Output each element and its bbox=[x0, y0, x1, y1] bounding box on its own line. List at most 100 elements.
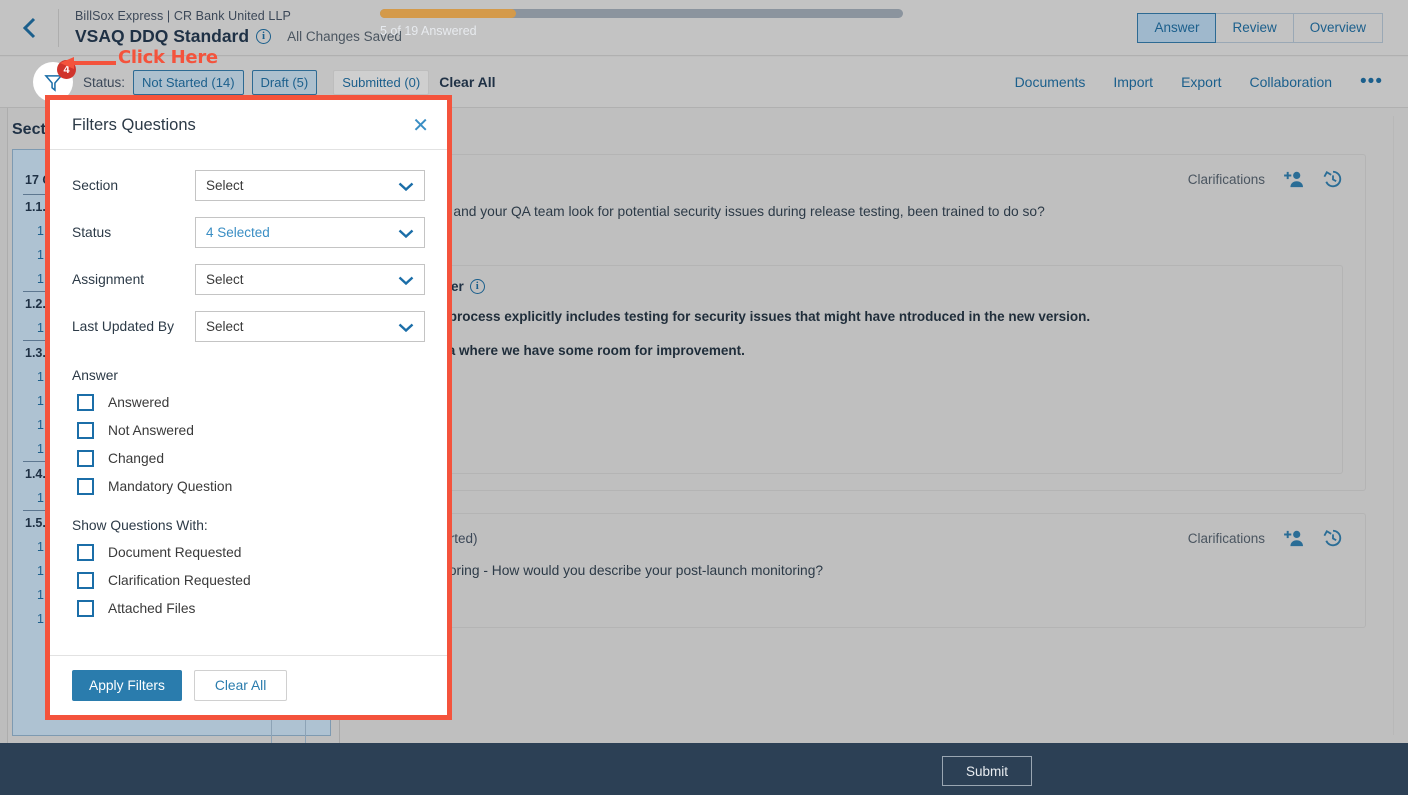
section-select-value: Select bbox=[206, 178, 244, 193]
questions-pane: n (Draft) Clarifications bbox=[341, 108, 1408, 743]
chip-draft[interactable]: Draft (5) bbox=[252, 70, 318, 95]
checkbox-label-not-answered: Not Answered bbox=[108, 423, 194, 438]
checkbox-icon[interactable] bbox=[77, 422, 94, 439]
app-footer bbox=[0, 743, 1408, 795]
back-button[interactable] bbox=[0, 0, 58, 56]
checkbox-not-answered[interactable]: Not Answered bbox=[72, 422, 425, 439]
chevron-left-icon bbox=[22, 17, 36, 39]
apply-filters-button[interactable]: Apply Filters bbox=[72, 670, 182, 701]
click-here-arrow-icon bbox=[58, 56, 118, 70]
checkbox-label-document-requested: Document Requested bbox=[108, 545, 241, 560]
checkbox-answered[interactable]: Answered bbox=[72, 394, 425, 411]
modal-clear-all-button[interactable]: Clear All bbox=[194, 670, 287, 701]
chip-not-started[interactable]: Not Started (14) bbox=[133, 70, 244, 95]
section-select[interactable]: Select bbox=[195, 170, 425, 201]
link-documents[interactable]: Documents bbox=[1015, 74, 1086, 90]
show-questions-group-title: Show Questions With: bbox=[72, 518, 425, 533]
progress-track bbox=[380, 9, 903, 18]
filter-row-last-updated-by: Last Updated By Select bbox=[72, 311, 425, 342]
modal-title: Filters Questions bbox=[72, 116, 196, 135]
answer-link-file[interactable]: File bbox=[408, 376, 1324, 391]
checkbox-icon[interactable] bbox=[77, 394, 94, 411]
view-tabs: Answer Review Overview bbox=[1137, 13, 1408, 43]
question-card: n (Draft) Clarifications bbox=[366, 154, 1366, 491]
progress-fill bbox=[380, 9, 516, 18]
chevron-down-icon bbox=[398, 272, 414, 288]
modal-header: Filters Questions ✕ bbox=[50, 100, 447, 150]
checkbox-changed[interactable]: Changed bbox=[72, 450, 425, 467]
checkbox-icon[interactable] bbox=[77, 600, 94, 617]
status-label: Status: bbox=[83, 75, 125, 90]
click-here-annotation: Click Here bbox=[118, 47, 218, 68]
filter-label-status: Status bbox=[72, 225, 195, 240]
answer-link-document[interactable]: ment bbox=[408, 409, 1324, 424]
question-actions: Clarifications bbox=[1188, 528, 1343, 548]
checkbox-clarification-requested[interactable]: Clarification Requested bbox=[72, 572, 425, 589]
question-card-header: n (Not Started) Clarifications bbox=[389, 528, 1343, 548]
checkbox-icon[interactable] bbox=[77, 478, 94, 495]
assignment-select-value: Select bbox=[206, 272, 244, 287]
filter-row-status: Status 4 Selected bbox=[72, 217, 425, 248]
checkbox-label-answered: Answered bbox=[108, 395, 169, 410]
app-root: BillSox Express | CR Bank United LLP VSA… bbox=[0, 0, 1408, 795]
clarifications-link[interactable]: Clarifications bbox=[1188, 172, 1265, 187]
title-row: VSAQ DDQ Standard i All Changes Saved bbox=[75, 26, 402, 47]
answer-link-comment[interactable]: mment. bbox=[408, 442, 1324, 457]
status-select[interactable]: 4 Selected bbox=[195, 217, 425, 248]
tab-review[interactable]: Review bbox=[1216, 13, 1293, 43]
history-icon[interactable] bbox=[1323, 528, 1343, 548]
status-select-value: 4 Selected bbox=[206, 225, 270, 240]
question-text: engineers and your QA team look for pote… bbox=[389, 202, 1343, 222]
tab-overview[interactable]: Overview bbox=[1294, 13, 1383, 43]
answer-body: ur QA process explicitly includes testin… bbox=[408, 307, 1324, 327]
answer-title-row: l Answer i bbox=[408, 279, 1324, 294]
question-card-header: n (Draft) Clarifications bbox=[389, 169, 1343, 189]
link-collaboration[interactable]: Collaboration bbox=[1250, 74, 1333, 90]
tab-answer[interactable]: Answer bbox=[1137, 13, 1216, 43]
ellipsis-icon[interactable]: ••• bbox=[1360, 78, 1383, 86]
modal-body: Section Select Status 4 Selected bbox=[50, 150, 447, 655]
checkbox-attached-files[interactable]: Attached Files bbox=[72, 600, 425, 617]
question-hint: apply bbox=[389, 596, 1343, 611]
question-hint: apply bbox=[389, 237, 1343, 252]
question-card: n (Not Started) Clarifications bbox=[366, 513, 1366, 628]
filter-label-last-updated-by: Last Updated By bbox=[72, 319, 195, 334]
page-title: VSAQ DDQ Standard bbox=[75, 26, 249, 47]
checkbox-icon[interactable] bbox=[77, 572, 94, 589]
answer-box: l Answer i ur QA process explicitly incl… bbox=[389, 265, 1343, 474]
header-titles: BillSox Express | CR Bank United LLP VSA… bbox=[59, 9, 402, 47]
question-actions: Clarifications bbox=[1188, 169, 1343, 189]
filter-row-section: Section Select bbox=[72, 170, 425, 201]
assignment-select[interactable]: Select bbox=[195, 264, 425, 295]
add-person-icon[interactable] bbox=[1283, 529, 1305, 547]
checkbox-label-attached-files: Attached Files bbox=[108, 601, 195, 616]
last-updated-by-select[interactable]: Select bbox=[195, 311, 425, 342]
chevron-down-icon bbox=[398, 319, 414, 335]
submit-button[interactable]: Submit bbox=[942, 756, 1032, 786]
content-scrollbar-track[interactable] bbox=[1393, 116, 1400, 735]
close-icon[interactable]: ✕ bbox=[412, 119, 429, 133]
checkbox-mandatory-question[interactable]: Mandatory Question bbox=[72, 478, 425, 495]
info-icon[interactable]: i bbox=[256, 29, 271, 44]
link-export[interactable]: Export bbox=[1181, 74, 1221, 90]
chip-submitted[interactable]: Submitted (0) bbox=[333, 70, 429, 95]
info-icon[interactable]: i bbox=[470, 279, 485, 294]
add-person-icon[interactable] bbox=[1283, 170, 1305, 188]
checkbox-label-clarification-requested: Clarification Requested bbox=[108, 573, 251, 588]
filter-label-assignment: Assignment bbox=[72, 272, 195, 287]
breadcrumb: BillSox Express | CR Bank United LLP bbox=[75, 9, 402, 23]
chevron-down-icon bbox=[398, 178, 414, 194]
progress-label: 5 of 19 Answered bbox=[380, 24, 903, 38]
checkbox-icon[interactable] bbox=[77, 544, 94, 561]
modal-footer: Apply Filters Clear All bbox=[50, 655, 447, 715]
last-updated-by-select-value: Select bbox=[206, 319, 244, 334]
checkbox-document-requested[interactable]: Document Requested bbox=[72, 544, 425, 561]
link-import[interactable]: Import bbox=[1113, 74, 1153, 90]
chevron-down-icon bbox=[398, 225, 414, 241]
checkbox-label-changed: Changed bbox=[108, 451, 164, 466]
clarifications-link[interactable]: Clarifications bbox=[1188, 531, 1265, 546]
filters-modal: Filters Questions ✕ Section Select Statu… bbox=[50, 100, 447, 715]
history-icon[interactable] bbox=[1323, 169, 1343, 189]
checkbox-icon[interactable] bbox=[77, 450, 94, 467]
toolbar-clear-all[interactable]: Clear All bbox=[439, 74, 495, 90]
